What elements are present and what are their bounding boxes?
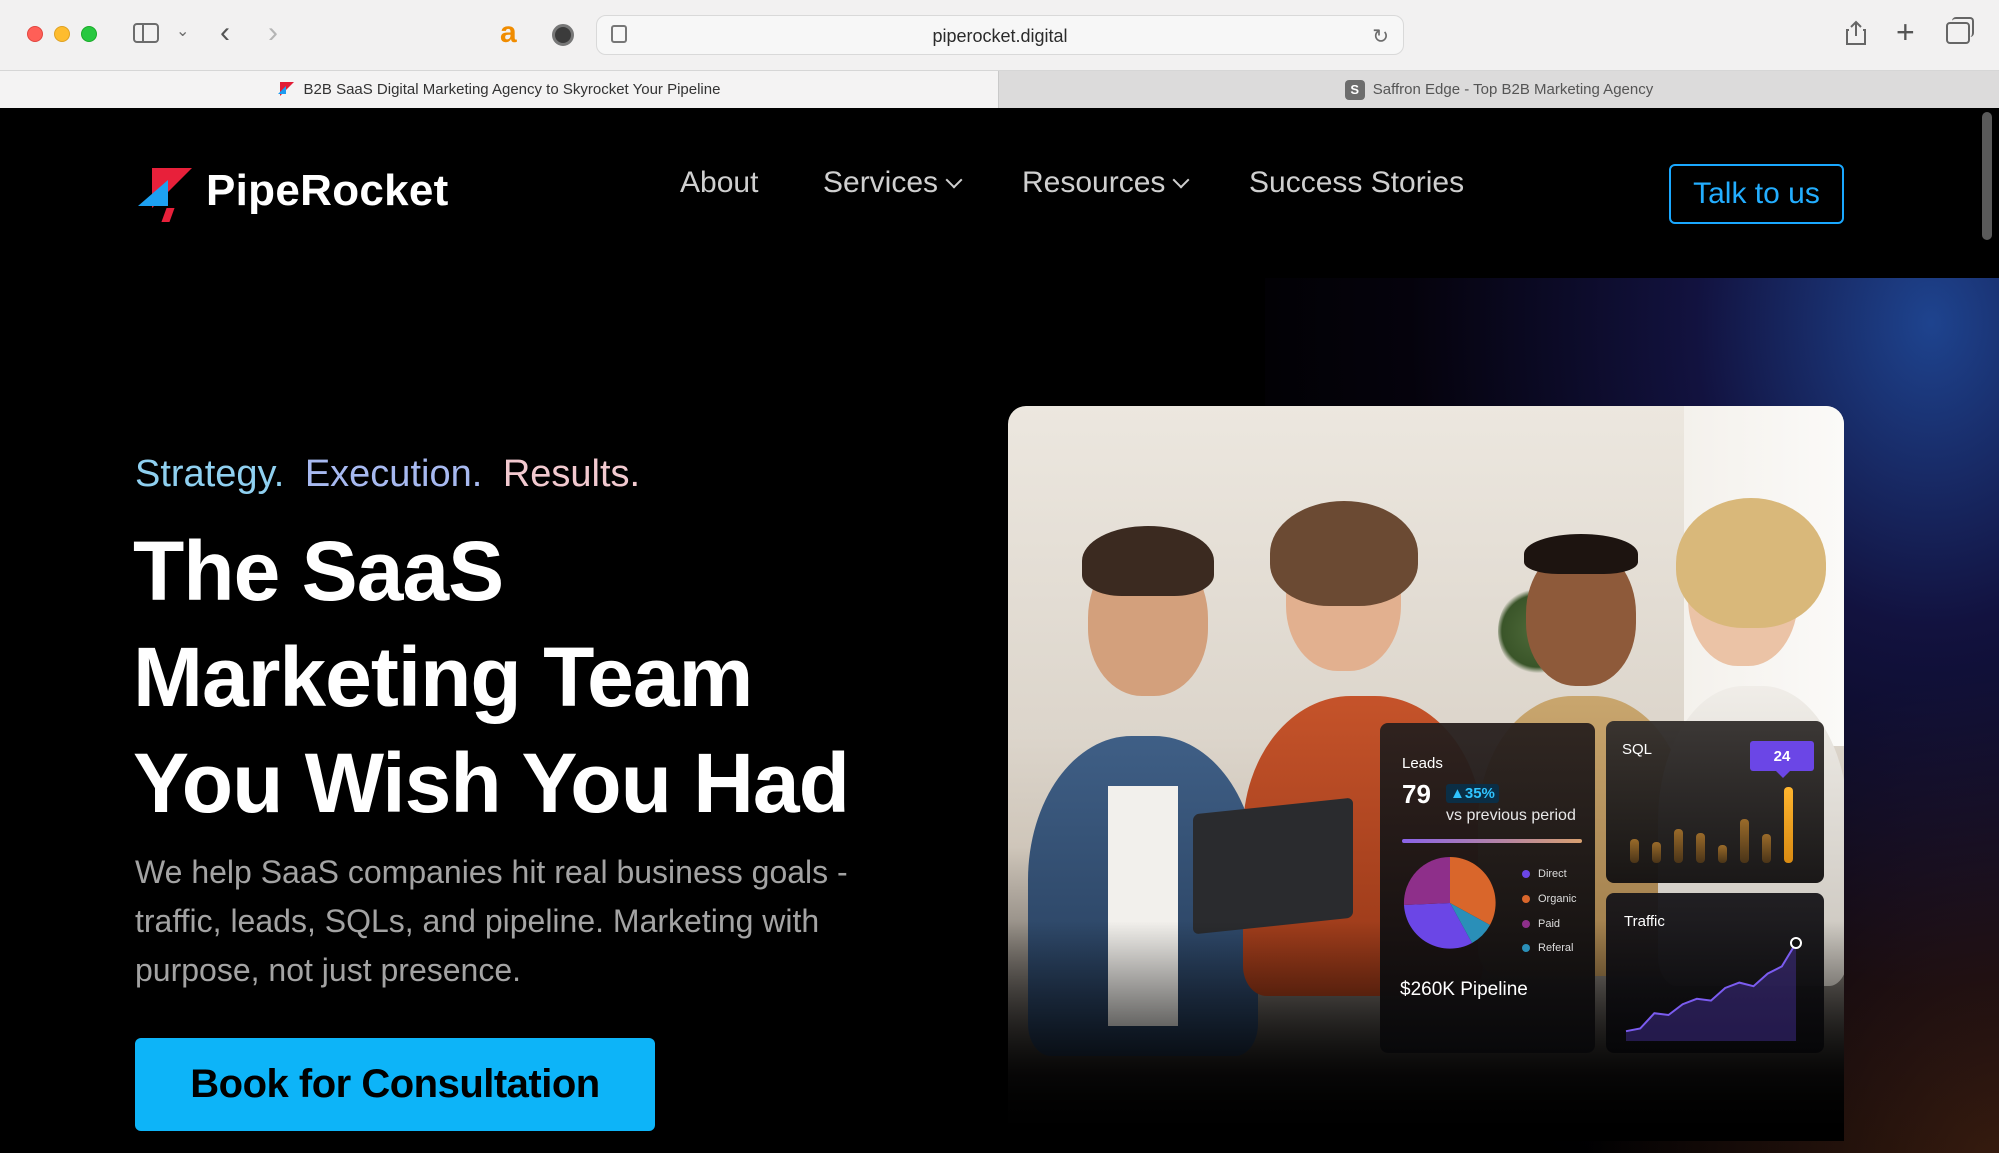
amazon-assistant-icon[interactable]: a <box>500 18 526 48</box>
legend-organic: Organic <box>1522 893 1577 905</box>
nav-success-stories-label: Success Stories <box>1249 166 1465 199</box>
sql-bar <box>1718 845 1727 863</box>
url-text[interactable]: piperocket.digital <box>597 26 1403 47</box>
nav-about[interactable]: About <box>680 166 758 200</box>
traffic-endpoint <box>1790 937 1802 949</box>
chevron-down-icon[interactable]: ⌄ <box>176 24 189 40</box>
sidebar-toggle-icon[interactable] <box>133 23 159 43</box>
chevron-down-icon <box>945 171 963 189</box>
nav-about-label: About <box>680 166 759 199</box>
sql-value-badge: 24 <box>1750 741 1814 778</box>
sql-card: SQL 24 <box>1606 721 1824 883</box>
legend-organic-label: Organic <box>1538 893 1577 905</box>
hero-tagline: Strategy. Execution. Results. <box>135 453 650 496</box>
nav-resources[interactable]: Resources <box>1022 166 1190 200</box>
leads-card: Leads 79 ▲35% vs previous period Direct … <box>1380 723 1595 1053</box>
legend-direct: Direct <box>1522 868 1567 880</box>
legend-dot-direct <box>1522 870 1530 878</box>
back-arrow-icon[interactable]: ‹ <box>220 18 230 48</box>
sql-bar <box>1652 842 1661 863</box>
page-content: PipeRocket About Services Resources Succ… <box>0 108 1999 1153</box>
traffic-area <box>1626 943 1796 1041</box>
tab-overview-icon[interactable] <box>1946 17 1974 44</box>
piperocket-logo-icon[interactable] <box>138 168 194 222</box>
zoom-window-button[interactable] <box>81 26 97 42</box>
sql-bar <box>1674 829 1683 863</box>
sql-label: SQL <box>1622 741 1653 758</box>
channel-pie-chart <box>1403 857 1496 949</box>
hero-headline: The SaaS Marketing Team You Wish You Had <box>133 518 850 836</box>
tab-strip: B2B SaaS Digital Marketing Agency to Sky… <box>0 70 1999 108</box>
hero-subtext: We help SaaS companies hit real business… <box>135 854 848 988</box>
legend-referal: Referal <box>1522 942 1573 954</box>
traffic-line-chart <box>1625 937 1802 1041</box>
pipeline-value: $260K Pipeline <box>1400 979 1528 1000</box>
chevron-down-icon <box>1172 171 1190 189</box>
share-icon[interactable] <box>1845 20 1867 46</box>
sql-bar <box>1740 819 1749 863</box>
screen-recorder-icon[interactable] <box>552 24 574 46</box>
browser-window: ⌄ ‹ › a piperocket.digital ↻ + B2B SaaS … <box>0 0 1999 1153</box>
tab-saffron-edge[interactable]: S Saffron Edge - Top B2B Marketing Agenc… <box>998 71 1999 108</box>
tagline-strategy: Strategy. <box>135 453 285 495</box>
address-bar[interactable]: piperocket.digital ↻ <box>596 15 1404 55</box>
legend-referal-label: Referal <box>1538 942 1574 954</box>
forward-arrow-icon[interactable]: › <box>268 18 278 48</box>
page-scrollbar[interactable] <box>1982 112 1992 240</box>
nav-success-stories[interactable]: Success Stories <box>1249 166 1464 200</box>
close-window-button[interactable] <box>27 26 43 42</box>
tab-title: Saffron Edge - Top B2B Marketing Agency <box>1372 81 1654 98</box>
person-4-hair <box>1676 498 1826 628</box>
tagline-results: Results. <box>502 453 641 495</box>
legend-paid: Paid <box>1522 918 1560 930</box>
legend-paid-label: Paid <box>1538 918 1561 930</box>
new-tab-icon[interactable]: + <box>1896 16 1915 48</box>
sql-bar <box>1696 833 1705 863</box>
leads-value: 79 <box>1402 779 1431 809</box>
piperocket-favicon-icon <box>277 81 296 99</box>
book-consultation-button[interactable]: Book for Consultation <box>135 1038 655 1131</box>
tab-piperocket[interactable]: B2B SaaS Digital Marketing Agency to Sky… <box>0 71 998 108</box>
leads-delta-caption: vs previous period <box>1446 807 1576 824</box>
sql-bar <box>1784 787 1793 863</box>
leads-label: Leads <box>1402 755 1443 772</box>
sql-bar <box>1762 834 1771 863</box>
leads-progress-bar <box>1402 839 1582 843</box>
headline-line-2: Marketing Team <box>133 630 753 724</box>
legend-dot-referal <box>1522 944 1530 952</box>
headline-line-1: The SaaS <box>133 524 504 618</box>
person-3-hair <box>1524 534 1638 574</box>
laptop <box>1193 797 1353 935</box>
nav-services[interactable]: Services <box>823 166 963 200</box>
legend-dot-organic <box>1522 895 1530 903</box>
traffic-label: Traffic <box>1624 913 1665 930</box>
pie-slice-paid <box>1403 857 1450 905</box>
sql-bar <box>1630 839 1639 863</box>
legend-direct-label: Direct <box>1538 868 1567 880</box>
nav-services-label: Services <box>823 166 939 199</box>
saffron-favicon-icon: S <box>1344 79 1365 100</box>
tagline-execution: Execution. <box>304 453 483 495</box>
tab-title: B2B SaaS Digital Marketing Agency to Sky… <box>303 81 721 98</box>
person-1-hair <box>1082 526 1214 596</box>
reload-icon[interactable]: ↻ <box>1372 24 1389 49</box>
nav-resources-label: Resources <box>1022 166 1166 199</box>
talk-to-us-button[interactable]: Talk to us <box>1669 164 1844 224</box>
person-2-hair <box>1270 501 1418 606</box>
browser-toolbar: ⌄ ‹ › a piperocket.digital ↻ + <box>0 0 1999 70</box>
legend-dot-paid <box>1522 920 1530 928</box>
headline-line-3: You Wish You Had <box>133 736 850 830</box>
brand-name[interactable]: PipeRocket <box>206 166 449 216</box>
traffic-card: Traffic <box>1606 893 1824 1053</box>
minimize-window-button[interactable] <box>54 26 70 42</box>
leads-delta-badge: ▲35% <box>1446 784 1499 803</box>
